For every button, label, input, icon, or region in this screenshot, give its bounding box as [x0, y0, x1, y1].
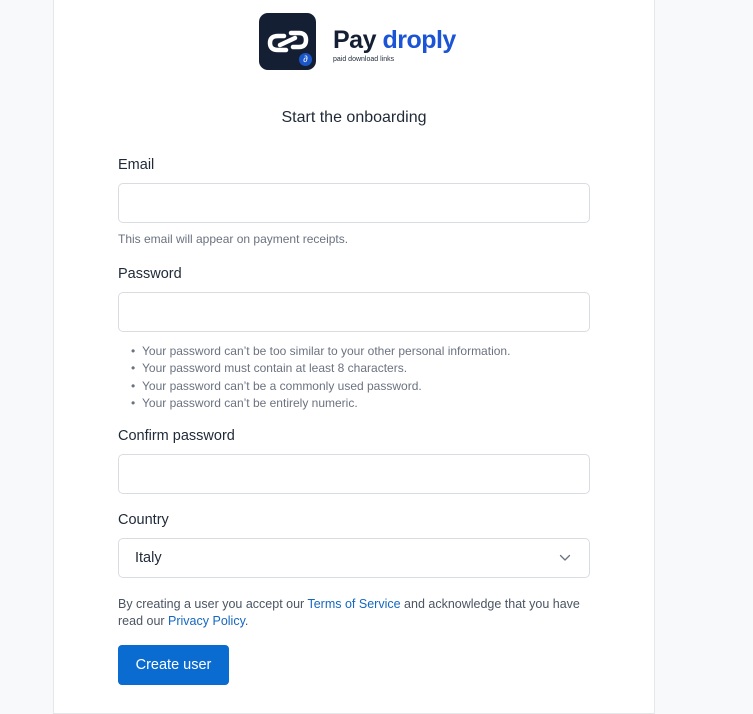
logo-badge-icon: ∂: [297, 51, 314, 68]
brand-name-droply: droply: [382, 26, 456, 54]
legal-text-part: .: [244, 614, 249, 629]
brand-name-pay: Pay: [333, 26, 376, 54]
brand-wordmark: Pay droply paid download links: [333, 26, 456, 63]
chain-link-icon: ∂: [259, 13, 316, 70]
password-rule: Your password must contain at least 8 ch…: [131, 360, 510, 378]
chevron-down-icon: [559, 554, 571, 561]
password-rule: Your password can’t be a commonly used p…: [131, 378, 510, 396]
legal-text-part: By creating a user you accept our: [118, 597, 308, 611]
password-rules: Your password can’t be too similar to yo…: [131, 343, 510, 412]
confirm-password-label: Confirm password: [118, 428, 235, 444]
email-label: Email: [118, 157, 155, 173]
brand-tagline: paid download links: [333, 56, 395, 63]
privacy-policy-link[interactable]: Privacy Policy: [168, 614, 245, 628]
country-label: Country: [118, 512, 169, 528]
password-rule: Your password can’t be entirely numeric.: [131, 395, 510, 413]
create-user-button[interactable]: Create user: [118, 645, 229, 685]
country-select[interactable]: Italy: [118, 538, 590, 578]
terms-of-service-link[interactable]: Terms of Service: [307, 597, 400, 611]
email-field[interactable]: [118, 183, 590, 223]
confirm-password-field[interactable]: [118, 454, 590, 494]
country-select-value: Italy: [135, 550, 162, 566]
page-title: Start the onboarding: [281, 109, 427, 126]
signup-card: ∂ Pay droply paid download links Start t…: [53, 0, 655, 714]
password-field[interactable]: [118, 292, 590, 332]
brand-logo: ∂ Pay droply paid download links: [259, 13, 456, 70]
password-rule: Your password can’t be too similar to yo…: [131, 343, 510, 361]
password-label: Password: [118, 266, 182, 282]
legal-text: By creating a user you accept our Terms …: [118, 596, 598, 631]
email-help-text: This email will appear on payment receip…: [118, 232, 349, 246]
